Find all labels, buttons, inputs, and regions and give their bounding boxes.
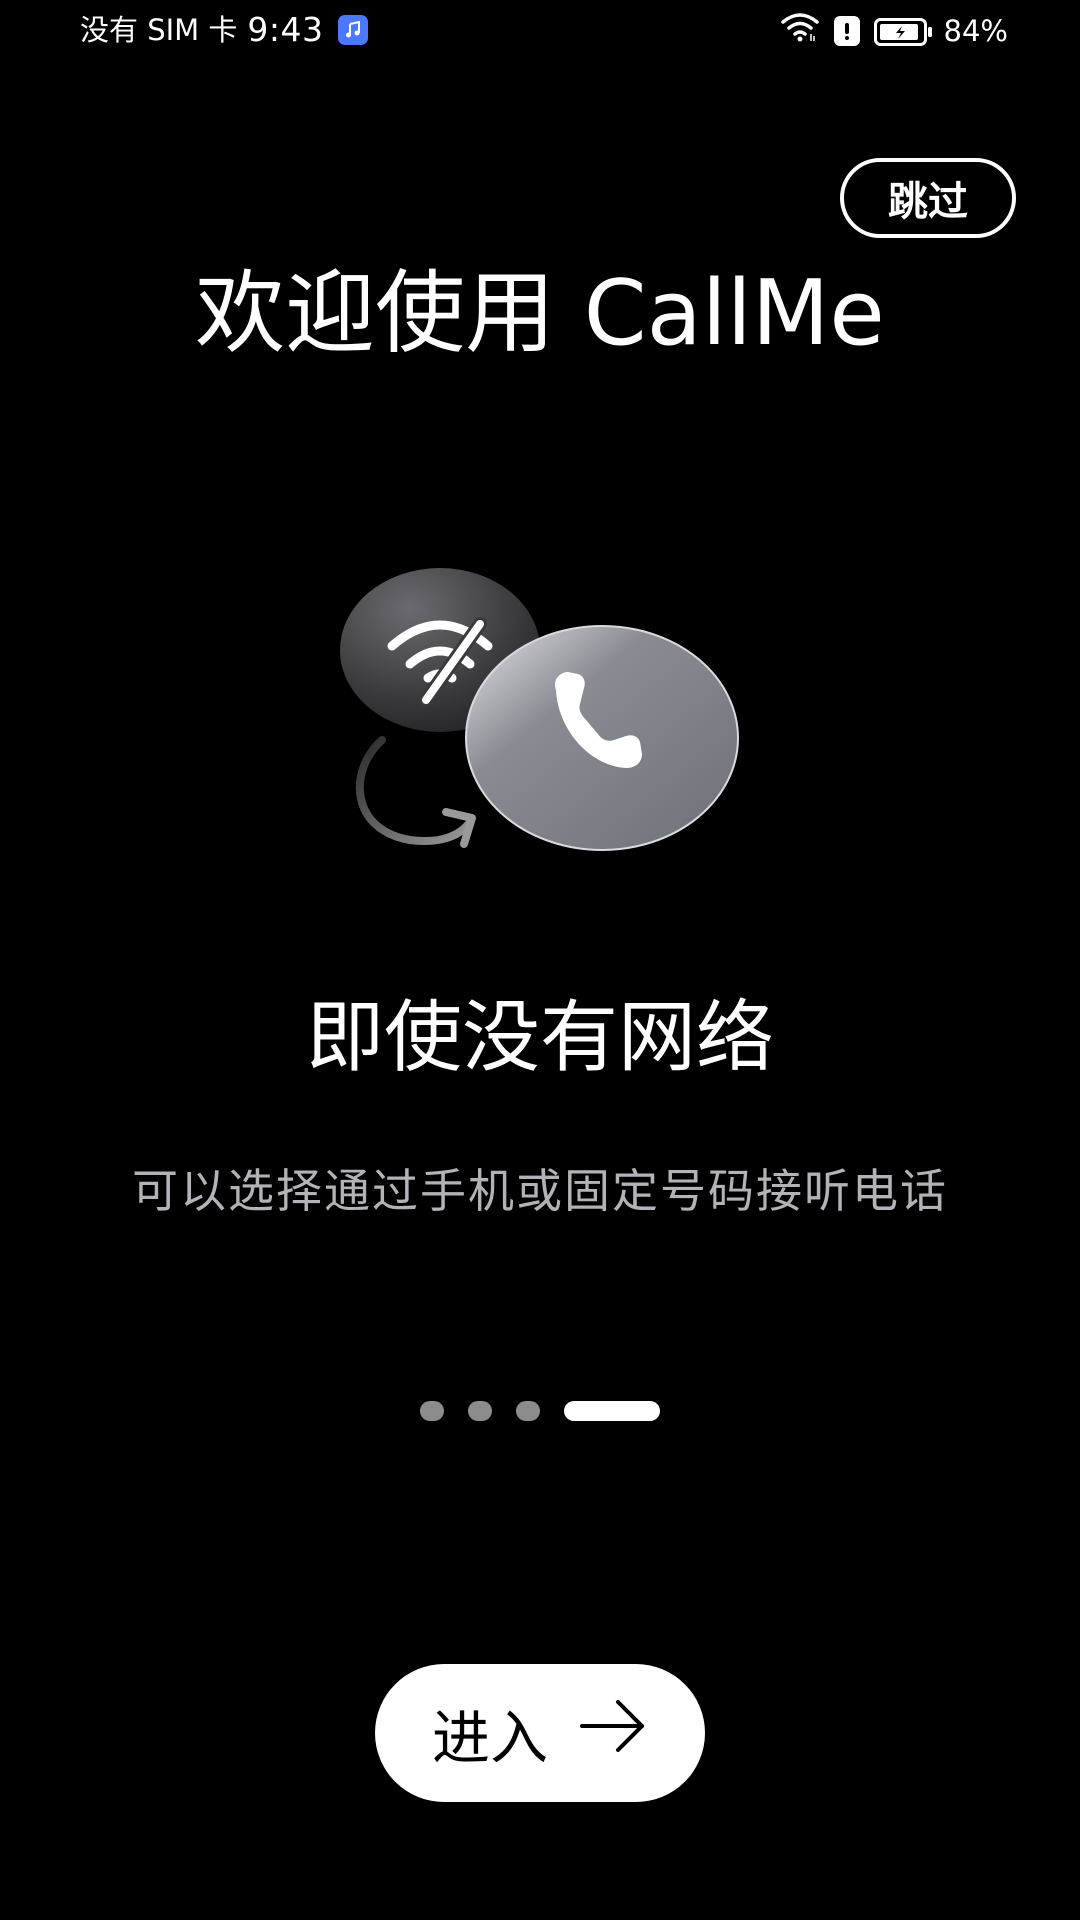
status-time: 9:43	[247, 10, 324, 49]
feature-illustration	[330, 560, 750, 860]
enter-button-label: 进入	[431, 1704, 548, 1772]
music-app-icon	[337, 15, 368, 45]
feature-description: 可以选择通过手机或固定号码接听电话	[132, 1164, 948, 1218]
page-dot-3	[516, 1401, 540, 1421]
skip-button[interactable]: 跳过	[840, 158, 1016, 238]
page-dot-2	[468, 1401, 492, 1421]
phone-icon	[465, 625, 739, 851]
wifi-icon	[780, 12, 820, 50]
page-indicator	[420, 1401, 660, 1421]
alert-icon	[833, 16, 860, 46]
feature-heading: 即使没有网络	[305, 993, 774, 1083]
page-dot-1	[420, 1401, 444, 1421]
battery-icon	[873, 18, 932, 46]
welcome-title: 欢迎使用 CallMe	[195, 261, 885, 366]
arrow-right-icon	[578, 1696, 648, 1770]
page-dot-4-active	[564, 1401, 660, 1421]
status-right: 84%	[780, 12, 1008, 50]
status-bar: 没有 SIM 卡 9:43 84%	[0, 0, 1080, 60]
enter-button[interactable]: 进入	[375, 1664, 705, 1802]
battery-percent: 84%	[943, 14, 1008, 48]
status-left: 没有 SIM 卡 9:43	[80, 12, 368, 48]
curved-arrow-icon	[355, 736, 476, 848]
carrier-label: 没有 SIM 卡	[80, 13, 238, 47]
